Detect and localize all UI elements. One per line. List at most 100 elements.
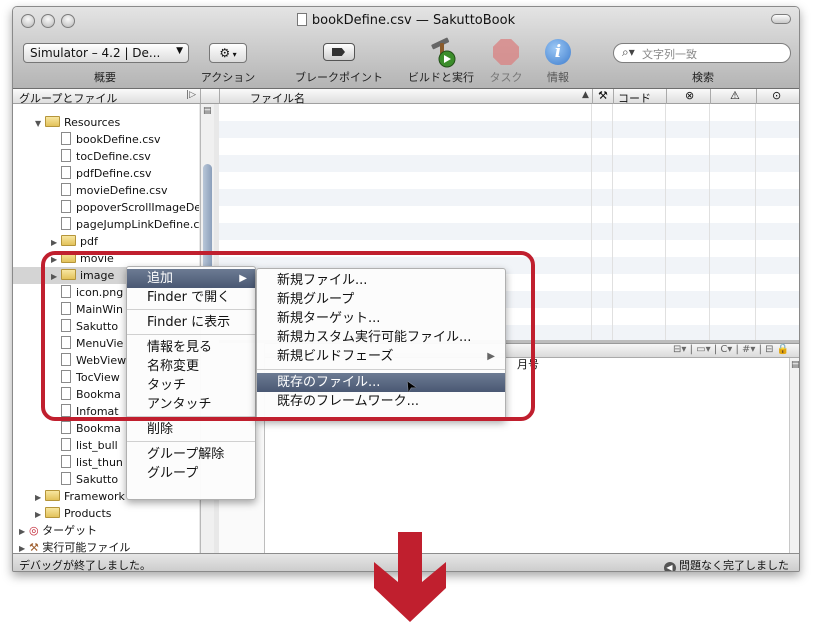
file-icon — [61, 132, 71, 145]
file-icon — [61, 421, 71, 434]
stop-icon[interactable] — [493, 39, 519, 65]
file-icon — [61, 438, 71, 451]
sidebar-item-label: ターゲット — [42, 524, 98, 537]
column-divider — [710, 89, 711, 104]
table-row[interactable] — [219, 155, 799, 172]
document-icon — [296, 13, 307, 26]
tasks-label: タスク — [489, 71, 523, 84]
disclosure-open-icon[interactable]: ▼ — [35, 115, 45, 132]
search-label: 検索 — [692, 71, 714, 84]
search-icon: ⌕▾ — [622, 45, 635, 59]
scheme-value: Simulator – 4.2 | De... — [30, 46, 161, 60]
context-menu-item-label: グループ — [147, 466, 199, 481]
sidebar-item[interactable]: movieDefine.csv — [13, 182, 199, 199]
toolbar-toggle-button[interactable] — [771, 14, 791, 24]
column-divider — [613, 89, 614, 104]
file-icon — [61, 217, 71, 230]
editor-scrollbar[interactable]: ▤ — [789, 358, 800, 554]
split-handle-icon[interactable]: |▷ — [186, 90, 196, 100]
file-icon — [61, 200, 71, 213]
disclosure-closed-icon[interactable]: ▶ — [35, 506, 45, 523]
editor-nav-popups[interactable]: ⊟▾ | ▭▾ | C▾ | #▾ | ⊟ 🔒 — [673, 344, 789, 355]
context-menu-item[interactable]: グループ — [127, 464, 255, 483]
sidebar-item[interactable]: ▶ Products — [13, 505, 199, 522]
sidebar-item[interactable]: ▼ Resources — [13, 114, 199, 131]
errors-icon[interactable]: ⊗ — [685, 89, 694, 102]
column-divider — [612, 104, 613, 340]
file-list-header: ファイル名 ▲ ⚒ コード ⊗ ⚠ ⊙ — [219, 89, 799, 105]
sidebar-item-label: Bookma — [76, 422, 121, 435]
context-menu-item-label: 削除 — [147, 422, 174, 437]
sidebar-item[interactable]: bookDefine.csv — [13, 131, 199, 148]
menu-separator — [127, 441, 255, 442]
sidebar-item-label: bookDefine.csv — [76, 133, 161, 146]
sidebar-item-label: tocDefine.csv — [76, 150, 151, 163]
sidebar-item[interactable]: ▶ ◎ ターゲット — [13, 522, 199, 539]
sidebar-header: グループとファイル |▷ — [13, 89, 200, 105]
table-row[interactable] — [219, 206, 799, 223]
file-icon — [61, 149, 71, 162]
disclosure-closed-icon[interactable]: ▶ — [51, 234, 61, 251]
sidebar-item[interactable]: tocDefine.csv — [13, 148, 199, 165]
file-icon — [61, 455, 71, 468]
popup-arrow-icon: ▼ — [176, 46, 183, 56]
sidebar-item-label: movieDefine.csv — [76, 184, 168, 197]
folder-icon — [45, 116, 60, 127]
sidebar-item[interactable]: popoverScrollImageDe — [13, 199, 199, 216]
file-icon — [61, 472, 71, 485]
sidebar-item-label: pdfDefine.csv — [76, 167, 152, 180]
sidebar-item-label: Framework — [64, 490, 125, 503]
warnings-icon[interactable]: ⚠ — [730, 89, 740, 102]
back-arrow-icon: ◀ — [663, 562, 676, 571]
chevron-down-icon: ▾ — [230, 50, 237, 59]
folder-icon — [61, 235, 76, 246]
action-label: アクション — [200, 71, 256, 84]
table-row[interactable] — [219, 138, 799, 155]
sort-ascending-icon: ▲ — [582, 90, 589, 100]
breakpoints-label: ブレークポイント — [295, 71, 383, 84]
table-row[interactable] — [219, 189, 799, 206]
sidebar-item-label: pageJumpLinkDefine.c — [76, 218, 199, 231]
sidebar-item-label: Sakutto — [76, 473, 119, 486]
info-icon[interactable]: i — [545, 39, 571, 65]
scheme-popup[interactable]: Simulator – 4.2 | De... ▼ — [23, 43, 189, 63]
breakpoints-button[interactable] — [323, 43, 355, 61]
info-label: 情報 — [547, 71, 569, 84]
sidebar-item-label: pdf — [80, 235, 98, 248]
sidebar-item-label: list_bull — [76, 439, 118, 452]
sidebar-item-label: Resources — [64, 116, 121, 129]
sidebar-item[interactable]: pdfDefine.csv — [13, 165, 199, 182]
table-row[interactable] — [219, 223, 799, 240]
disclosure-closed-icon[interactable]: ▶ — [19, 523, 29, 540]
folder-icon — [45, 490, 60, 501]
table-row[interactable] — [219, 172, 799, 189]
window-title-text: bookDefine.csv — SakuttoBook — [311, 13, 516, 28]
sidebar-item-label: popoverScrollImageDe — [76, 201, 199, 214]
sidebar-item[interactable]: ▶ pdf — [13, 233, 199, 250]
sidebar-item-label: list_thun — [76, 456, 123, 469]
search-field[interactable]: ⌕▾ 文字列一致 — [613, 43, 791, 63]
context-menu-item[interactable]: 削除 — [127, 420, 255, 439]
window-title: bookDefine.csv — SakuttoBook — [13, 13, 799, 28]
disclosure-closed-icon[interactable]: ▶ — [19, 540, 29, 554]
build-and-run-icon[interactable] — [425, 37, 459, 69]
list-icon: ▤ — [791, 360, 800, 370]
sidebar-item[interactable]: ▶ ⚒ 実行可能ファイル — [13, 539, 199, 554]
target-membership-icon[interactable]: ⊙ — [772, 89, 781, 102]
column-divider — [666, 89, 667, 104]
sidebar-item[interactable]: pageJumpLinkDefine.c — [13, 216, 199, 233]
status-right-text: 問題なく完了しました — [679, 559, 789, 572]
disclosure-closed-icon[interactable]: ▶ — [35, 489, 45, 506]
action-button[interactable]: ⚙ ▾ — [209, 43, 247, 63]
column-divider — [709, 104, 710, 340]
file-icon — [61, 183, 71, 196]
column-divider — [592, 89, 593, 104]
build-status-icon[interactable]: ⚒ — [598, 89, 608, 102]
table-row[interactable] — [219, 121, 799, 138]
context-menu-item-label: グループ解除 — [147, 447, 225, 462]
table-row[interactable] — [219, 104, 799, 121]
context-menu-item[interactable]: グループ解除 — [127, 445, 255, 464]
folder-icon — [45, 507, 60, 518]
column-divider — [756, 89, 757, 104]
search-placeholder: 文字列一致 — [642, 48, 697, 61]
